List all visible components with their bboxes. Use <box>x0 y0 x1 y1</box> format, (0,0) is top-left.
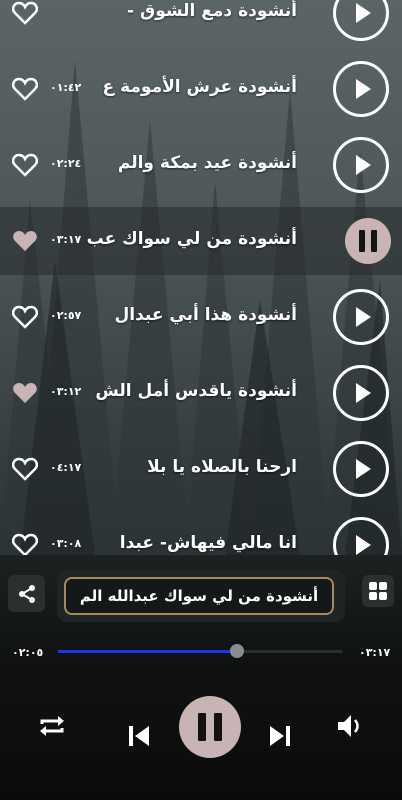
heart-icon[interactable] <box>12 1 38 25</box>
track-play-button[interactable] <box>333 61 389 117</box>
heart-icon[interactable] <box>12 381 38 405</box>
track-row[interactable]: انا مالي فيهاش- عبدا ٠٣:٠٨ <box>0 506 402 555</box>
grid-icon <box>369 582 387 600</box>
volume-button[interactable] <box>334 710 366 742</box>
repeat-button[interactable] <box>36 710 68 742</box>
track-duration: ٠٣:١٢ <box>50 385 82 398</box>
repeat-icon <box>40 716 64 736</box>
play-icon <box>356 3 371 23</box>
pause-icon <box>359 230 365 252</box>
track-row-active[interactable]: أنشودة من لي سواك عب ٠٣:١٧ <box>0 207 402 275</box>
track-pause-button[interactable] <box>345 218 391 264</box>
track-title: أنشودة هذا أبي عبدال <box>114 305 297 325</box>
track-title: ارحنا بالصلاه يا بلا <box>147 457 297 477</box>
track-title: أنشودة من لي سواك عب <box>86 229 297 249</box>
play-icon <box>356 79 371 99</box>
track-duration: ٠٣:٠٨ <box>50 537 82 550</box>
track-row[interactable]: أنشودة دمع الشوق - <box>0 0 402 52</box>
heart-icon[interactable] <box>12 229 38 253</box>
play-icon <box>356 383 371 403</box>
track-play-button[interactable] <box>333 441 389 497</box>
track-title: أنشودة عرش الأمومة ع <box>102 77 297 97</box>
heart-icon[interactable] <box>12 77 38 101</box>
volume-icon <box>338 715 359 737</box>
track-play-button[interactable] <box>333 0 389 41</box>
play-icon <box>356 459 371 479</box>
track-row[interactable]: أنشودة هذا أبي عبدال ٠٢:٥٧ <box>0 278 402 356</box>
elapsed-time: ٠٢:٠٥ <box>12 646 44 659</box>
play-icon <box>356 535 371 555</box>
track-play-button[interactable] <box>333 517 389 555</box>
skip-next-icon <box>270 726 290 746</box>
track-duration: ٠٤:١٧ <box>50 461 82 474</box>
track-duration: ٠٢:٥٧ <box>50 309 82 322</box>
pause-icon-bar <box>214 713 222 741</box>
track-title: أنشودة ياقدس أمل الش <box>95 381 297 401</box>
track-row[interactable]: ارحنا بالصلاه يا بلا ٠٤:١٧ <box>0 430 402 508</box>
track-play-button[interactable] <box>333 137 389 193</box>
main-pause-button[interactable] <box>179 696 241 758</box>
track-title: أنشودة دمع الشوق - <box>127 1 297 21</box>
track-play-button[interactable] <box>333 365 389 421</box>
heart-icon[interactable] <box>12 457 38 481</box>
track-row[interactable]: أنشودة عيد بمكة والم ٠٢:٢٤ <box>0 126 402 204</box>
grid-button[interactable] <box>362 575 394 607</box>
pause-icon <box>198 713 206 741</box>
share-button[interactable] <box>8 575 45 612</box>
progress-knob[interactable] <box>229 644 244 658</box>
progress-fill <box>58 650 237 653</box>
heart-icon[interactable] <box>12 153 38 177</box>
share-icon <box>18 584 35 603</box>
next-button[interactable] <box>266 722 294 750</box>
track-list[interactable]: أنشودة دمع الشوق - أنشودة عرش الأمومة ع ٠١… <box>0 0 402 555</box>
track-title: أنشودة عيد بمكة والم <box>117 153 297 173</box>
track-duration: ٠٣:١٧ <box>50 233 82 246</box>
track-row[interactable]: أنشودة عرش الأمومة ع ٠١:٤٢ <box>0 50 402 128</box>
track-duration: ٠١:٤٢ <box>50 81 82 94</box>
now-playing-title: أنشودة من لي سواك عبدالله الم <box>64 577 334 615</box>
heart-icon[interactable] <box>12 533 38 555</box>
skip-previous-icon <box>129 726 149 746</box>
track-title: انا مالي فيهاش- عبدا <box>119 533 297 553</box>
total-time: ٠٣:١٧ <box>359 646 391 659</box>
track-duration: ٠٢:٢٤ <box>50 157 82 170</box>
heart-icon[interactable] <box>12 305 38 329</box>
play-icon <box>356 307 371 327</box>
pause-icon-bar <box>371 230 377 252</box>
play-icon <box>356 155 371 175</box>
track-play-button[interactable] <box>333 289 389 345</box>
now-playing-box: أنشودة من لي سواك عبدالله الم <box>57 570 345 622</box>
track-row[interactable]: أنشودة ياقدس أمل الش ٠٣:١٢ <box>0 354 402 432</box>
previous-button[interactable] <box>125 722 153 750</box>
progress-bar[interactable] <box>58 644 342 658</box>
